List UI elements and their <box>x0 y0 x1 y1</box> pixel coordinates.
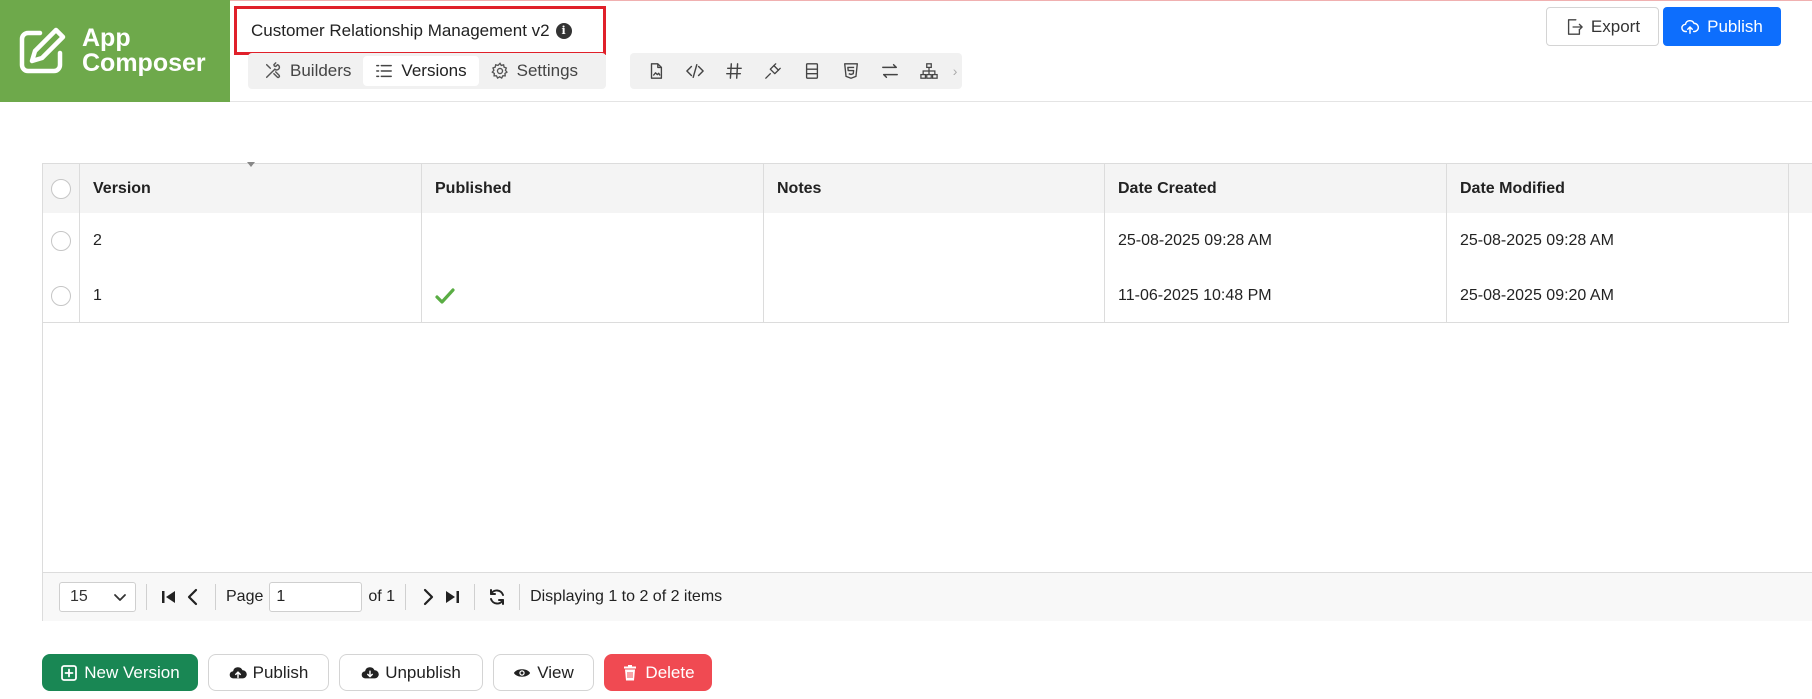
export-icon <box>1567 18 1583 35</box>
cell-notes <box>764 213 1105 268</box>
publish-version-label: Publish <box>252 662 309 682</box>
top-accent-line <box>0 0 1812 1</box>
column-header-date-created[interactable]: Date Created <box>1105 164 1447 213</box>
header-divider <box>230 101 1812 102</box>
pager-status: Displaying 1 to 2 of 2 items <box>530 588 723 605</box>
versions-grid: Version Published Notes Date Created Dat… <box>42 162 1812 621</box>
page-number-input[interactable]: 1 <box>269 582 363 612</box>
builder-toolbar: › <box>630 53 962 89</box>
list-icon <box>376 64 393 78</box>
delete-version-button[interactable]: Delete <box>604 654 712 691</box>
sitemap-icon[interactable] <box>909 56 948 86</box>
grid-header: Version Published Notes Date Created Dat… <box>43 164 1812 213</box>
column-header-date-modified[interactable]: Date Modified <box>1447 164 1789 213</box>
cell-version: 2 <box>80 213 422 268</box>
cell-notes <box>764 268 1105 323</box>
tab-settings[interactable]: Settings <box>479 56 590 86</box>
cloud-upload-icon <box>1681 19 1700 34</box>
gear-icon <box>490 62 508 79</box>
pager-separator <box>215 584 216 610</box>
plus-square-icon <box>61 664 78 681</box>
cell-version: 1 <box>80 268 422 323</box>
cell-date-created: 25-08-2025 09:28 AM <box>1105 213 1447 268</box>
new-version-label: New Version <box>84 662 180 682</box>
app-logo[interactable]: App Composer <box>0 0 230 102</box>
publish-version-button[interactable]: Publish <box>208 654 329 691</box>
publish-button[interactable]: Publish <box>1663 7 1781 46</box>
next-page-button[interactable] <box>416 583 440 611</box>
prev-page-button[interactable] <box>181 583 205 611</box>
table-row[interactable]: 1 11-06-2025 10:48 PM 25-08-2025 09:20 A… <box>43 268 1812 323</box>
logo-text: App Composer <box>82 24 206 77</box>
cell-published <box>422 213 764 268</box>
select-all-checkbox[interactable] <box>43 164 80 213</box>
table-row[interactable]: 2 25-08-2025 09:28 AM 25-08-2025 09:28 A… <box>43 213 1812 268</box>
cloud-download-icon <box>361 666 379 678</box>
page-label: Page <box>226 588 264 605</box>
chevron-right-icon[interactable]: › <box>948 56 962 86</box>
export-label: Export <box>1590 16 1641 36</box>
trash-icon <box>624 664 637 680</box>
cell-date-modified: 25-08-2025 09:20 AM <box>1447 268 1789 323</box>
main-tabs: Builders Versions Settings <box>248 53 606 89</box>
tab-versions[interactable]: Versions <box>363 56 479 86</box>
chevron-right-icon <box>423 588 434 606</box>
tools-icon <box>265 62 281 79</box>
page-of-label: of 1 <box>368 588 396 605</box>
app-title[interactable]: Customer Relationship Management v2 i <box>234 6 606 55</box>
rows-bottom-border <box>43 322 1789 323</box>
eye-icon <box>514 668 531 677</box>
row-checkbox[interactable] <box>43 268 80 323</box>
tab-builders[interactable]: Builders <box>252 56 363 86</box>
sort-indicator <box>247 162 255 167</box>
publish-label: Publish <box>1707 16 1763 36</box>
delete-version-label: Delete <box>645 662 695 682</box>
page-size-select[interactable]: 15 <box>59 582 136 612</box>
info-icon[interactable]: i <box>555 22 572 39</box>
last-page-icon <box>446 591 460 603</box>
pager-separator <box>519 584 521 610</box>
last-page-button[interactable] <box>440 583 464 611</box>
cell-published <box>422 268 764 323</box>
hash-icon[interactable] <box>714 56 753 86</box>
first-page-icon <box>162 591 175 603</box>
chevron-left-icon <box>187 588 198 606</box>
code-icon[interactable] <box>675 56 714 86</box>
row-checkbox[interactable] <box>43 213 80 268</box>
column-header-notes[interactable]: Notes <box>764 164 1105 213</box>
action-bar: New Version Publish Unpublish View Delet… <box>42 654 712 691</box>
view-version-label: View <box>537 662 574 682</box>
chevron-down-icon <box>114 594 126 601</box>
layout-icon[interactable] <box>792 56 831 86</box>
unpublish-version-label: Unpublish <box>385 662 461 682</box>
column-header-version[interactable]: Version <box>80 164 422 213</box>
app-title-text: Customer Relationship Management v2 <box>251 20 550 40</box>
html5-icon[interactable] <box>831 56 870 86</box>
edit-icon <box>19 27 66 74</box>
pager-separator <box>405 584 407 610</box>
cloud-upload-icon <box>229 666 247 678</box>
grid-pager: 15 Page 1 of 1 Displaying 1 to 2 of 2 it… <box>43 572 1812 621</box>
refresh-icon <box>490 589 505 605</box>
tab-versions-label: Versions <box>401 61 467 80</box>
tab-settings-label: Settings <box>516 61 579 80</box>
pager-separator <box>474 584 476 610</box>
cell-date-created: 11-06-2025 10:48 PM <box>1105 268 1447 323</box>
plug-icon[interactable] <box>753 56 792 86</box>
refresh-button[interactable] <box>485 583 509 611</box>
new-version-button[interactable]: New Version <box>42 654 198 691</box>
file-image-icon[interactable] <box>636 56 675 86</box>
first-page-button[interactable] <box>157 583 181 611</box>
checkmark-icon <box>435 287 455 304</box>
column-header-published[interactable]: Published <box>422 164 764 213</box>
unpublish-version-button[interactable]: Unpublish <box>339 654 483 691</box>
export-button[interactable]: Export <box>1546 7 1659 46</box>
pager-separator <box>146 584 147 610</box>
view-version-button[interactable]: View <box>493 654 594 691</box>
cell-date-modified: 25-08-2025 09:28 AM <box>1447 213 1789 268</box>
tab-builders-label: Builders <box>290 61 352 80</box>
arrows-exchange-icon[interactable] <box>870 56 909 86</box>
